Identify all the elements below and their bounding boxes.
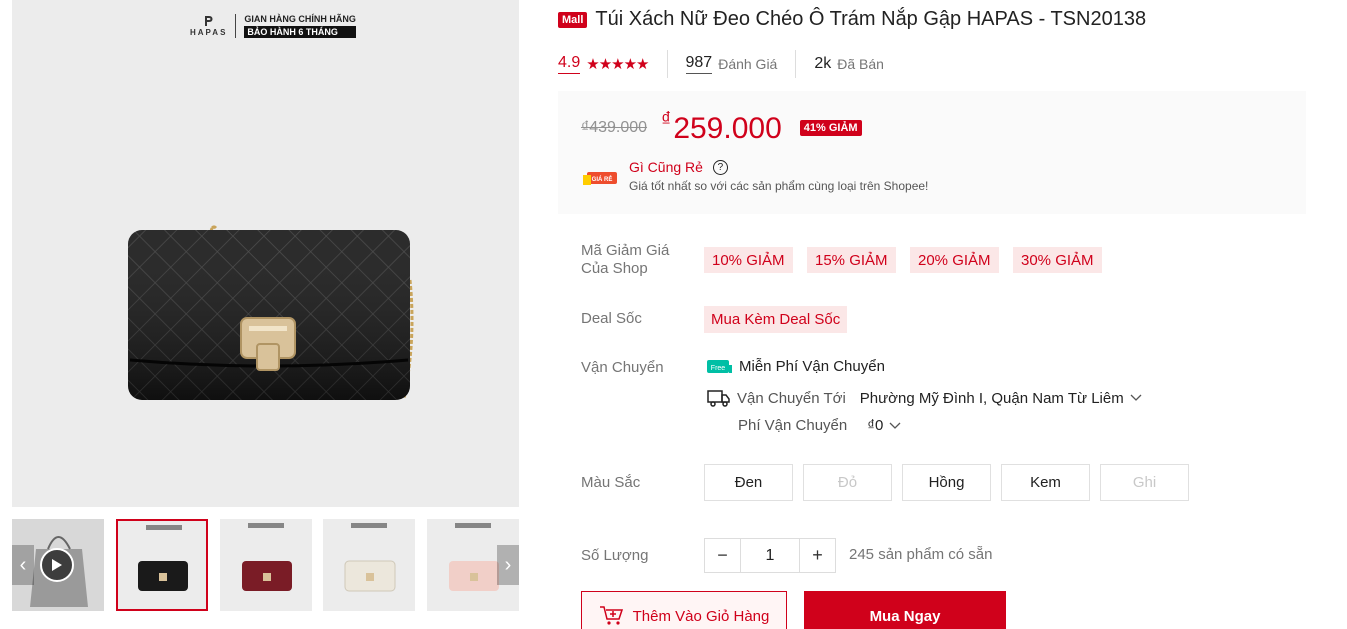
color-option-ghi: Ghi [1100, 464, 1189, 501]
thumbnail-watermark [248, 523, 284, 528]
thumbnail-strip: ‹ › [12, 519, 519, 611]
rating-divider [795, 50, 797, 78]
shipping-fee[interactable]: Phí Vận Chuyển ₫0 [738, 417, 901, 434]
gi-cung-re-logo-icon: GIÁ RẺ [583, 172, 617, 185]
original-price: ₫439.000 [581, 118, 648, 136]
sold-label: Đã Bán [837, 56, 884, 72]
play-video-icon[interactable] [40, 548, 74, 582]
voucher-10[interactable]: 10% GIẢM [704, 247, 793, 273]
add-to-cart-button[interactable]: Thêm Vào Giỏ Hàng [581, 591, 787, 629]
cheap-guarantee-title: Gì Cũng Rẻ [629, 159, 703, 175]
shipping-fee-label: Phí Vận Chuyển [738, 417, 848, 434]
current-price: ₫259.000 [661, 109, 782, 146]
color-option-do: Đỏ [803, 464, 892, 501]
color-option-hong[interactable]: Hồng [902, 464, 991, 501]
quantity-minus-button[interactable]: − [705, 539, 740, 572]
cream-bag-thumbnail-icon [344, 560, 396, 592]
red-bag-thumbnail-icon [242, 561, 292, 591]
free-icon-text: Free [711, 365, 726, 372]
brand-logo: HAPAS [190, 15, 227, 37]
price-box: ₫439.000 ₫259.000 41% GIẢM GIÁ RẺ Gì Cũn… [558, 91, 1306, 214]
watermark-divider [235, 14, 237, 38]
shipping-to-label: Vận Chuyển Tới [737, 389, 846, 407]
rating-stars-icon: ★★★★★ [586, 56, 649, 73]
quantity-plus-button[interactable]: + [800, 539, 835, 572]
thumbnail-watermark [146, 525, 182, 530]
shipping-address[interactable]: Phường Mỹ Đình I, Quận Nam Từ Liêm [860, 390, 1124, 407]
quantity-input[interactable]: 1 [740, 539, 800, 572]
quantity-label: Số Lượng [581, 547, 649, 564]
thumbnail-prev-arrow-icon[interactable]: ‹ [12, 545, 34, 585]
shipping-label: Vận Chuyển [581, 359, 664, 376]
voucher-30[interactable]: 30% GIẢM [1013, 247, 1102, 273]
stock-available: 245 sản phẩm có sẵn [849, 546, 993, 563]
store-official-label: GIAN HÀNG CHÍNH HÃNG [244, 14, 356, 24]
quantity-stepper: − 1 + [704, 538, 836, 573]
color-option-den[interactable]: Đen [704, 464, 793, 501]
thumbnail-black[interactable] [116, 519, 208, 611]
deal-label: Deal Sốc [581, 310, 642, 327]
shipping-fee-value: ₫0 [867, 417, 884, 434]
rating-score[interactable]: 4.9 [558, 54, 581, 74]
chevron-down-icon[interactable] [1130, 394, 1142, 402]
voucher-20[interactable]: 20% GIẢM [910, 247, 999, 273]
current-price-value: 259.000 [673, 112, 782, 145]
cheap-guarantee-description: Giá tốt nhất so với các sản phẩm cùng lo… [629, 179, 929, 193]
cheap-guarantee: GIÁ RẺ Gì Cũng Rẻ ? Giá tốt nhất so với … [583, 159, 928, 193]
sold-count: 2k [814, 55, 832, 72]
shipping-destination[interactable]: Vận Chuyển Tới Phường Mỹ Đình I, Quận Na… [707, 387, 1142, 409]
free-shipping: Free Miễn Phí Vận Chuyển [707, 358, 885, 375]
thumbnail-cream[interactable] [323, 519, 415, 611]
black-bag-thumbnail-icon [138, 561, 188, 591]
product-title-row: Mall Túi Xách Nữ Đeo Chéo Ô Trám Nắp Gập… [558, 8, 1146, 31]
truck-icon [707, 390, 730, 407]
store-watermark: HAPAS GIAN HÀNG CHÍNH HÃNG BẢO HÀNH 6 TH… [190, 14, 356, 38]
product-title: Túi Xách Nữ Đeo Chéo Ô Trám Nắp Gập HAPA… [595, 8, 1147, 30]
deal-tag[interactable]: Mua Kèm Deal Sốc [704, 306, 848, 333]
cheap-logo-text: GIÁ RẺ [592, 176, 613, 183]
thumbnail-watermark [351, 523, 387, 528]
chevron-down-icon[interactable] [889, 422, 901, 430]
mall-badge: Mall [558, 11, 588, 28]
voucher-label: Mã Giảm Giá Của Shop [581, 242, 670, 277]
review-label: Đánh Giá [718, 56, 778, 72]
color-label: Màu Sắc [581, 474, 641, 491]
rating-divider [666, 50, 668, 78]
color-option-kem[interactable]: Kem [1001, 464, 1090, 501]
voucher-15[interactable]: 15% GIẢM [807, 247, 896, 273]
review-count[interactable]: 987 [685, 54, 713, 74]
main-product-image[interactable]: HAPAS GIAN HÀNG CHÍNH HÃNG BẢO HÀNH 6 TH… [12, 0, 519, 507]
brand-name: HAPAS [190, 28, 228, 37]
rating-row: 4.9 ★★★★★ 987 Đánh Giá 2k Đã Bán [558, 50, 884, 78]
warranty-label: BẢO HÀNH 6 THÁNG [244, 26, 356, 38]
free-shipping-text: Miễn Phí Vận Chuyển [739, 358, 885, 375]
hapas-logo-icon [204, 16, 213, 26]
thumbnail-red[interactable] [220, 519, 312, 611]
free-shipping-icon: Free [707, 359, 732, 373]
thumbnail-watermark [455, 523, 491, 528]
add-to-cart-icon [599, 606, 623, 625]
thumbnail-next-arrow-icon[interactable]: › [497, 545, 519, 585]
currency-symbol: ₫ [661, 109, 672, 131]
discount-badge: 41% GIẢM [799, 119, 862, 136]
add-to-cart-label: Thêm Vào Giỏ Hàng [632, 607, 770, 625]
help-icon[interactable]: ? [712, 159, 728, 175]
buy-now-button[interactable]: Mua Ngay [804, 591, 1006, 629]
black-quilted-bag-image [128, 225, 414, 400]
